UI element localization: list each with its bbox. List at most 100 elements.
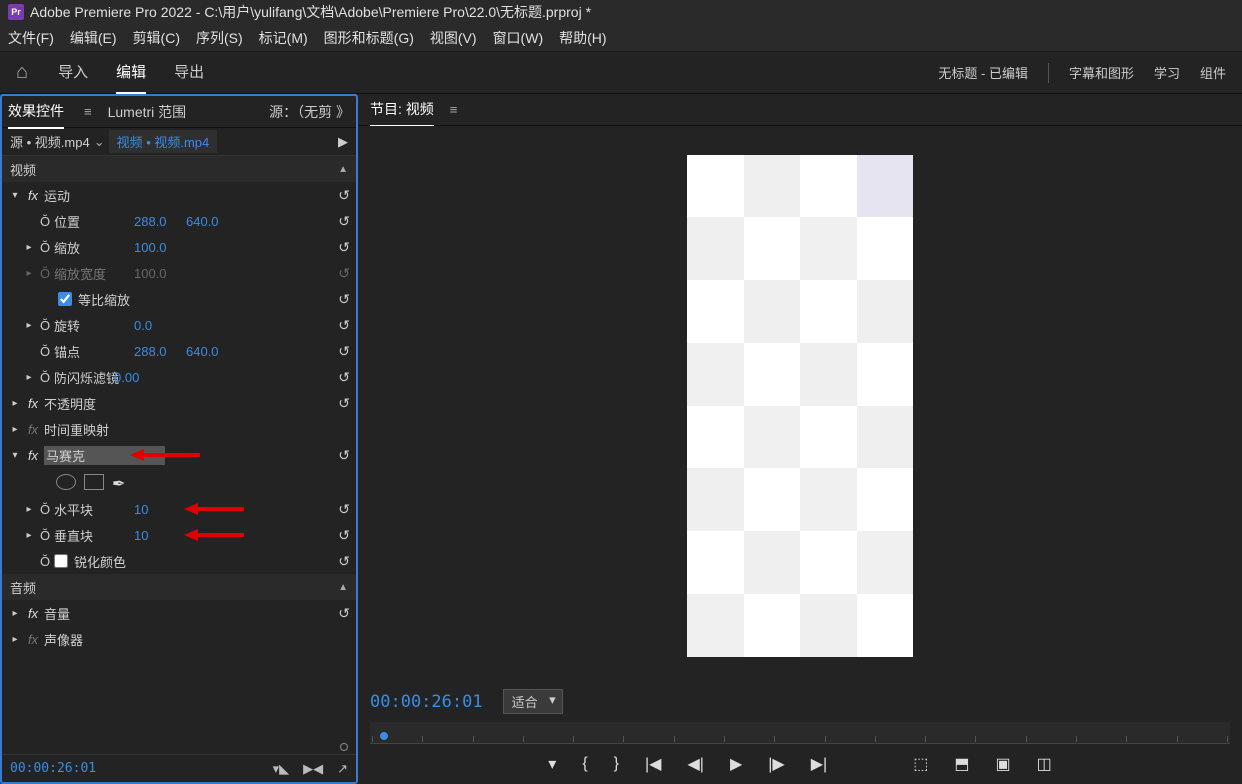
zoom-fit-select[interactable]: 适合 <box>503 689 563 714</box>
reset-icon[interactable]: ↺ <box>338 317 350 334</box>
reset-icon[interactable]: ↺ <box>338 291 350 308</box>
tab-lumetri[interactable]: Lumetri 范围 <box>108 96 187 128</box>
tab-source[interactable]: 源：（无剪 》 <box>269 96 350 128</box>
play-segment-icon[interactable]: ▶ <box>338 134 348 150</box>
reset-icon[interactable]: ↺ <box>338 395 350 412</box>
mark-in-icon[interactable]: ▾ <box>548 754 556 774</box>
workspace-caps[interactable]: 字幕和图形 <box>1069 63 1134 82</box>
panel-menu-icon[interactable]: ≡ <box>84 104 92 119</box>
camera-icon[interactable]: ▣ <box>995 754 1010 774</box>
export-frame-icon[interactable]: ↗ <box>337 761 348 777</box>
reset-icon[interactable]: ↺ <box>338 447 350 464</box>
step-fwd-icon[interactable]: |▶ <box>768 754 784 774</box>
fx-volume[interactable]: 音量 <box>44 604 70 623</box>
reset-icon[interactable]: ↺ <box>338 605 350 622</box>
zoom-handle-icon[interactable] <box>340 743 348 751</box>
menu-sequence[interactable]: 序列(S) <box>196 28 243 48</box>
stopwatch-icon[interactable]: Ŏ <box>36 370 54 385</box>
position-x[interactable]: 288.0 <box>134 214 186 229</box>
chevron-right-icon[interactable]: ▸ <box>22 504 36 515</box>
workspace-group[interactable]: 组件 <box>1200 63 1226 82</box>
fx-badge-icon[interactable]: fx <box>22 448 44 463</box>
chevron-right-icon[interactable]: ▸ <box>8 398 22 409</box>
mask-ellipse-icon[interactable] <box>56 474 76 490</box>
timecode-left[interactable]: 00:00:26:01 <box>10 761 96 776</box>
source-dropdown-icon[interactable]: ⌄ <box>94 134 105 150</box>
tab-program[interactable]: 节目: 视频 <box>370 93 434 127</box>
mark-out-bracket-icon[interactable]: } <box>614 755 619 773</box>
reset-icon[interactable]: ↺ <box>338 187 350 204</box>
chevron-right-icon[interactable]: ▸ <box>22 268 36 279</box>
keyframe-nav-icon[interactable]: ▶◀ <box>303 761 323 777</box>
panel-menu-icon[interactable]: ≡ <box>450 102 458 117</box>
sharp-color-checkbox[interactable] <box>54 554 68 568</box>
hblocks-value[interactable]: 10 <box>134 502 186 517</box>
tab-import[interactable]: 导入 <box>58 51 88 95</box>
play-icon[interactable]: ▶ <box>730 754 742 774</box>
home-icon[interactable]: ⌂ <box>16 61 28 84</box>
go-to-out-icon[interactable]: ▶| <box>811 754 827 774</box>
menu-edit[interactable]: 编辑(E) <box>70 28 117 48</box>
fx-mosaic[interactable]: 马赛克 <box>44 446 165 465</box>
chevron-right-icon[interactable]: ▸ <box>22 372 36 383</box>
chevron-down-icon[interactable]: ▾ <box>8 190 22 201</box>
fx-badge-icon[interactable]: fx <box>22 396 44 411</box>
stopwatch-icon[interactable]: Ŏ <box>36 240 54 255</box>
tab-edit[interactable]: 编辑 <box>116 51 146 95</box>
menu-graphics[interactable]: 图形和标题(G) <box>324 28 414 48</box>
reset-icon[interactable]: ↺ <box>338 553 350 570</box>
scale-value[interactable]: 100.0 <box>134 240 186 255</box>
stopwatch-icon[interactable]: Ŏ <box>36 214 54 229</box>
chevron-right-icon[interactable]: ▸ <box>8 608 22 619</box>
chevron-right-icon[interactable]: ▸ <box>22 530 36 541</box>
lift-icon[interactable]: ⬚ <box>913 754 928 774</box>
chevron-down-icon[interactable]: ▾ <box>8 450 22 461</box>
fx-motion[interactable]: 运动 <box>44 186 70 205</box>
anchor-x[interactable]: 288.0 <box>134 344 186 359</box>
go-to-in-icon[interactable]: |◀ <box>645 754 661 774</box>
vblocks-value[interactable]: 10 <box>134 528 186 543</box>
antiflicker-value[interactable]: 0.00 <box>114 370 166 385</box>
extract-icon[interactable]: ⬒ <box>954 754 969 774</box>
comparison-icon[interactable]: ◫ <box>1037 754 1052 774</box>
playhead-icon[interactable] <box>380 732 388 740</box>
chevron-right-icon[interactable]: ▸ <box>8 634 22 645</box>
fx-opacity[interactable]: 不透明度 <box>44 394 96 413</box>
tab-effect-controls[interactable]: 效果控件 <box>8 95 64 129</box>
filter-icon[interactable]: ▾◣ <box>273 761 290 777</box>
chevron-right-icon[interactable]: ▸ <box>22 320 36 331</box>
reset-icon[interactable]: ↺ <box>338 501 350 518</box>
menu-file[interactable]: 文件(F) <box>8 28 54 48</box>
menu-clip[interactable]: 剪辑(C) <box>133 28 180 48</box>
stopwatch-icon[interactable]: Ŏ <box>36 502 54 517</box>
uniform-scale-checkbox[interactable] <box>58 292 72 306</box>
reset-icon[interactable]: ↺ <box>338 213 350 230</box>
position-y[interactable]: 640.0 <box>186 214 238 229</box>
menu-marker[interactable]: 标记(M) <box>259 28 308 48</box>
rotation-value[interactable]: 0.0 <box>134 318 186 333</box>
collapse-video-icon[interactable]: ▲ <box>338 164 348 175</box>
fx-panner[interactable]: 声像器 <box>44 630 83 649</box>
stopwatch-icon[interactable]: Ŏ <box>36 344 54 359</box>
reset-icon[interactable]: ↺ <box>338 343 350 360</box>
anchor-y[interactable]: 640.0 <box>186 344 238 359</box>
menu-view[interactable]: 视图(V) <box>430 28 477 48</box>
menu-window[interactable]: 窗口(W) <box>493 28 544 48</box>
tab-export[interactable]: 导出 <box>174 51 204 95</box>
sequence-clip-link[interactable]: 视频 • 视频.mp4 <box>109 130 218 153</box>
stopwatch-icon[interactable]: Ŏ <box>36 554 54 569</box>
reset-icon[interactable]: ↺ <box>338 369 350 386</box>
chevron-right-icon[interactable]: ▸ <box>22 242 36 253</box>
stopwatch-icon[interactable]: Ŏ <box>36 318 54 333</box>
step-back-icon[interactable]: ◀| <box>687 754 703 774</box>
chevron-right-icon[interactable]: ▸ <box>8 424 22 435</box>
workspace-learn[interactable]: 学习 <box>1154 63 1180 82</box>
program-timecode[interactable]: 00:00:26:01 <box>370 692 483 712</box>
stopwatch-icon[interactable]: Ŏ <box>36 528 54 543</box>
fx-badge-icon[interactable]: fx <box>22 188 44 203</box>
mask-rect-icon[interactable] <box>84 474 104 490</box>
program-monitor[interactable] <box>358 126 1242 685</box>
menu-help[interactable]: 帮助(H) <box>559 28 606 48</box>
reset-icon[interactable]: ↺ <box>338 527 350 544</box>
mask-pen-icon[interactable]: ✒ <box>112 474 132 490</box>
